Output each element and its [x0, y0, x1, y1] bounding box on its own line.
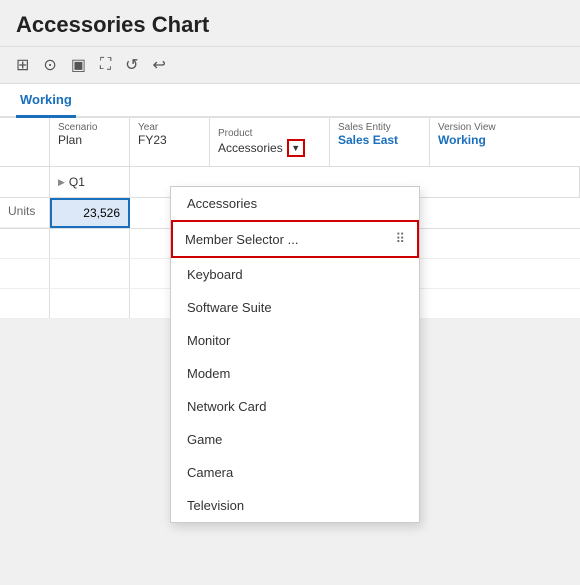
units-value-cell[interactable]: 23,526: [50, 198, 130, 228]
dropdown-item-keyboard[interactable]: Keyboard: [171, 258, 419, 291]
product-value: Accessories: [218, 141, 283, 155]
version-view-label: Version View: [438, 122, 522, 133]
product-label: Product: [218, 128, 305, 139]
filter-icon[interactable]: ⊞: [16, 55, 29, 75]
units-label: Units: [0, 198, 50, 228]
q1-label: Q1: [69, 175, 85, 189]
version-view-value: Working: [438, 133, 522, 147]
q1-triangle: ▶: [58, 177, 65, 188]
year-label: Year: [138, 122, 201, 133]
year-value: FY23: [138, 133, 201, 147]
member-selector-icon: ⠿: [395, 231, 405, 247]
year-header: Year FY23: [130, 118, 210, 166]
dropdown-item-accessories[interactable]: Accessories: [171, 187, 419, 220]
undo-icon[interactable]: ↩: [153, 55, 166, 75]
grid-icon[interactable]: ⊙: [43, 55, 56, 75]
hierarchy-icon[interactable]: ⛶: [100, 56, 111, 74]
q1-header: ▶ Q1: [50, 167, 130, 197]
sales-entity-value: Sales East: [338, 133, 421, 147]
scenario-header: Scenario Plan: [50, 118, 130, 166]
page-title: Accessories Chart: [16, 12, 564, 38]
scenario-label: Scenario: [58, 122, 121, 133]
product-dropdown-menu: Accessories Member Selector ... ⠿ Keyboa…: [170, 186, 420, 523]
tab-working[interactable]: Working: [16, 84, 76, 118]
product-dropdown-button[interactable]: ▼: [287, 139, 305, 157]
sheet-icon[interactable]: ▣: [71, 55, 86, 75]
version-view-header: Version View Working: [430, 118, 530, 166]
dropdown-item-camera[interactable]: Camera: [171, 456, 419, 489]
title-bar: Accessories Chart: [0, 0, 580, 47]
clock-icon[interactable]: ↺: [125, 55, 138, 75]
dropdown-item-member-selector[interactable]: Member Selector ... ⠿: [171, 220, 419, 258]
column-headers: Scenario Plan Year FY23 Product Accessor…: [0, 118, 580, 167]
dropdown-item-network-card[interactable]: Network Card: [171, 390, 419, 423]
main-area: Scenario Plan Year FY23 Product Accessor…: [0, 118, 580, 319]
scenario-value: Plan: [58, 133, 121, 147]
sales-entity-label: Sales Entity: [338, 122, 421, 133]
toolbar: ⊞ ⊙ ▣ ⛶ ↺ ↩: [0, 47, 580, 84]
tabs-bar: Working: [0, 84, 580, 118]
dropdown-item-television[interactable]: Television: [171, 489, 419, 522]
dropdown-item-monitor[interactable]: Monitor: [171, 324, 419, 357]
dropdown-item-modem[interactable]: Modem: [171, 357, 419, 390]
product-header: Product Accessories ▼: [210, 118, 330, 166]
dropdown-item-software-suite[interactable]: Software Suite: [171, 291, 419, 324]
dropdown-item-game[interactable]: Game: [171, 423, 419, 456]
sales-entity-header: Sales Entity Sales East: [330, 118, 430, 166]
